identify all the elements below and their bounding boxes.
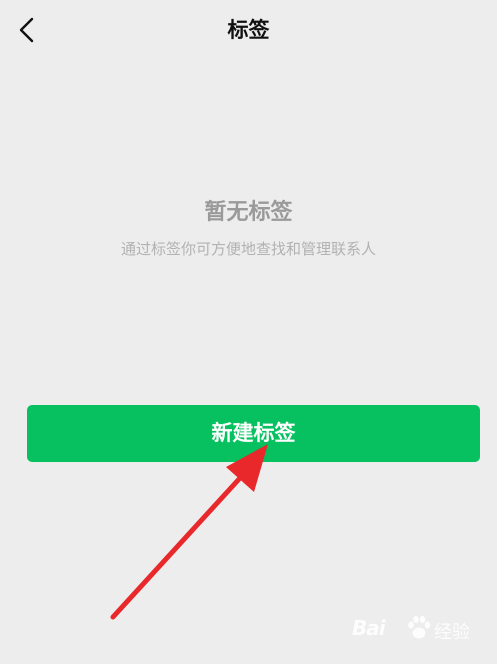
annotation-arrow-shaft <box>110 475 243 620</box>
paw-icon <box>408 615 431 639</box>
empty-state-title: 暂无标签 <box>204 200 293 225</box>
page-title: 标签 <box>227 18 270 42</box>
empty-state-description: 通过标签你可方便地查找和管理联系人 <box>120 240 376 258</box>
empty-state: 暂无标签 通过标签你可方便地查找和管理联系人 <box>0 196 497 260</box>
watermark: Bai 经验 <box>352 612 492 648</box>
annotation-arrow <box>110 444 268 620</box>
watermark-suffix: 经验 <box>434 622 470 643</box>
nav-bar: 标签 <box>0 0 497 60</box>
watermark-logo: Bai <box>352 616 386 640</box>
new-tag-button[interactable]: 新建标签 <box>27 405 480 462</box>
